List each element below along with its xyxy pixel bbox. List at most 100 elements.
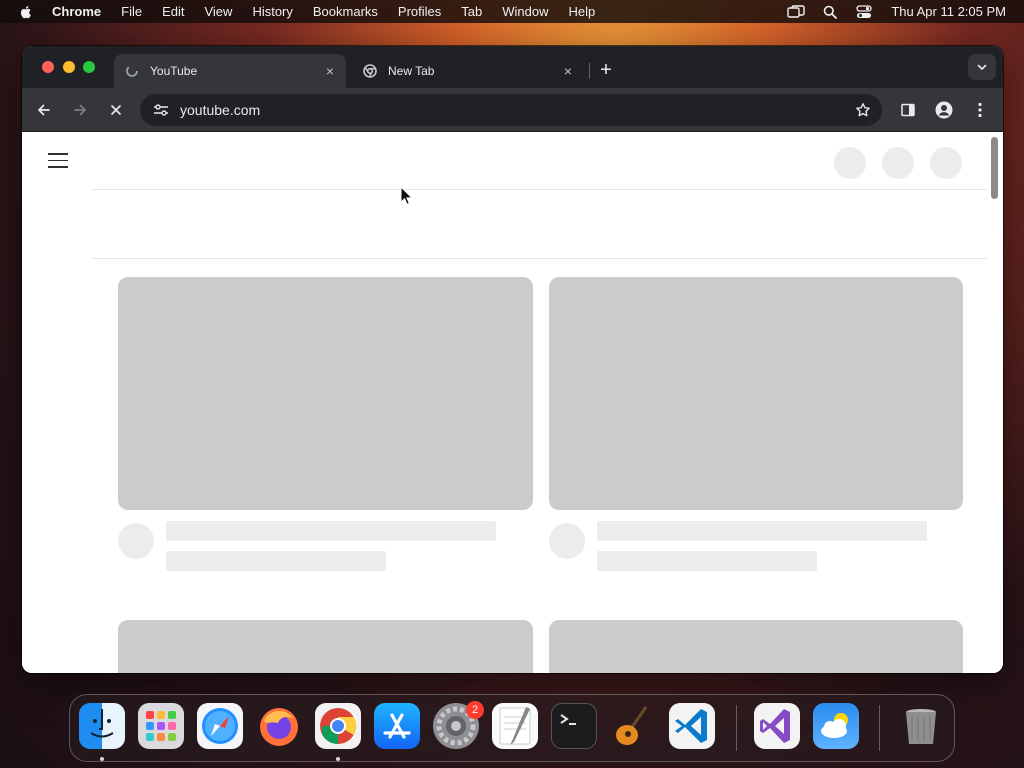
more-vert-icon <box>978 102 982 118</box>
tab-separator <box>589 63 590 79</box>
dock-weather[interactable] <box>813 703 859 749</box>
close-icon <box>111 105 121 115</box>
dock-divider <box>879 705 880 751</box>
address-bar[interactable]: youtube.com <box>140 94 882 126</box>
hamburger-menu-icon[interactable] <box>48 153 68 169</box>
menu-tab[interactable]: Tab <box>461 0 482 23</box>
close-window-button[interactable] <box>42 61 54 73</box>
dock-vscode[interactable] <box>669 703 715 749</box>
screen-mirroring-icon[interactable] <box>787 3 806 21</box>
firefox-icon <box>260 708 298 746</box>
dock-launchpad[interactable] <box>138 703 184 749</box>
menu-history[interactable]: History <box>252 0 292 23</box>
skeleton-header-icon <box>834 147 866 179</box>
trash-icon <box>906 709 936 744</box>
menu-file[interactable]: File <box>121 0 142 23</box>
side-panel-icon <box>901 103 915 117</box>
chips-divider <box>92 258 987 259</box>
fullscreen-window-button[interactable] <box>83 61 95 73</box>
dock-firefox[interactable] <box>256 703 302 749</box>
menu-view[interactable]: View <box>204 0 232 23</box>
skeleton-header-icon <box>882 147 914 179</box>
vscode-icon <box>675 709 707 743</box>
close-tab-button[interactable]: × <box>322 63 338 79</box>
menu-bookmarks[interactable]: Bookmarks <box>313 0 378 23</box>
back-button[interactable] <box>32 98 56 122</box>
finder-icon <box>90 709 114 738</box>
chrome-window: YouTube × New Tab × + youtube.com <box>22 46 1003 673</box>
chrome-logo-icon <box>320 708 357 744</box>
dock-chrome[interactable] <box>315 703 361 749</box>
side-panel-button[interactable] <box>896 98 920 122</box>
running-indicator <box>100 757 104 761</box>
menu-app-name[interactable]: Chrome <box>52 0 101 23</box>
chrome-menu-button[interactable] <box>968 98 992 122</box>
control-center-icon[interactable] <box>855 3 873 21</box>
skeleton-title-line <box>166 521 496 541</box>
dock-garageband[interactable] <box>610 703 656 749</box>
skeleton-channel-avatar <box>549 523 585 559</box>
menu-window[interactable]: Window <box>502 0 548 23</box>
page-scrollbar[interactable] <box>991 137 998 199</box>
spotlight-search-icon[interactable] <box>821 3 839 21</box>
menu-edit[interactable]: Edit <box>162 0 184 23</box>
app-store-icon <box>383 713 411 739</box>
dock-visual-studio[interactable] <box>754 703 800 749</box>
page-content <box>22 133 1003 673</box>
skeleton-thumbnail <box>549 620 963 673</box>
skeleton-thumbnail <box>549 277 963 510</box>
skeleton-thumbnail <box>118 277 533 510</box>
new-tab-button[interactable]: + <box>594 58 618 82</box>
dock-app-store[interactable] <box>374 703 420 749</box>
terminal-icon <box>560 714 576 725</box>
stop-loading-button[interactable] <box>104 98 128 122</box>
dock: 2 <box>69 694 955 762</box>
arrow-left-icon <box>38 104 50 116</box>
browser-toolbar: youtube.com <box>22 88 1003 132</box>
weather-cloud-icon <box>821 713 848 738</box>
close-tab-button[interactable]: × <box>560 63 576 79</box>
skeleton-channel-avatar <box>118 523 154 559</box>
skeleton-thumbnail <box>118 620 533 673</box>
url-text[interactable]: youtube.com <box>180 102 854 118</box>
minimize-window-button[interactable] <box>63 61 75 73</box>
profile-icon <box>935 101 953 119</box>
dock-finder[interactable] <box>79 703 125 749</box>
chevron-down-icon <box>977 64 987 70</box>
menu-profiles[interactable]: Profiles <box>398 0 441 23</box>
arrow-right-icon <box>74 104 86 116</box>
apple-logo-icon[interactable] <box>18 4 34 20</box>
dock-divider <box>736 705 737 751</box>
dock-trash[interactable] <box>898 703 944 749</box>
chrome-icon <box>362 63 378 79</box>
tab-strip: YouTube × New Tab × + <box>22 46 1003 88</box>
launchpad-icon <box>146 711 176 741</box>
skeleton-avatar <box>930 147 962 179</box>
forward-button[interactable] <box>68 98 92 122</box>
bookmark-star-icon[interactable] <box>854 101 872 119</box>
menu-bar-clock[interactable]: Thu Apr 11 2:05 PM <box>891 4 1006 19</box>
skeleton-meta-line <box>166 551 386 571</box>
menu-bar: Chrome File Edit View History Bookmarks … <box>0 0 1024 23</box>
tab-search-button[interactable] <box>968 54 996 80</box>
skeleton-title-line <box>597 521 927 541</box>
dock-terminal[interactable] <box>551 703 597 749</box>
notification-badge: 2 <box>466 701 484 719</box>
profile-button[interactable] <box>932 98 956 122</box>
mouse-cursor-icon <box>400 186 414 205</box>
safari-compass-icon <box>202 708 238 744</box>
site-settings-icon[interactable] <box>152 101 170 119</box>
header-divider <box>92 189 987 190</box>
skeleton-meta-line <box>597 551 817 571</box>
menu-help[interactable]: Help <box>569 0 596 23</box>
running-indicator <box>336 757 340 761</box>
dock-textedit[interactable] <box>492 703 538 749</box>
tab-title: New Tab <box>388 64 435 78</box>
visual-studio-icon <box>760 709 790 743</box>
loading-icon <box>124 63 140 79</box>
tab-new-tab[interactable]: New Tab × <box>352 54 584 88</box>
textedit-icon <box>499 707 531 745</box>
dock-safari[interactable] <box>197 703 243 749</box>
tab-title: YouTube <box>150 64 198 78</box>
tab-youtube[interactable]: YouTube × <box>114 54 346 88</box>
